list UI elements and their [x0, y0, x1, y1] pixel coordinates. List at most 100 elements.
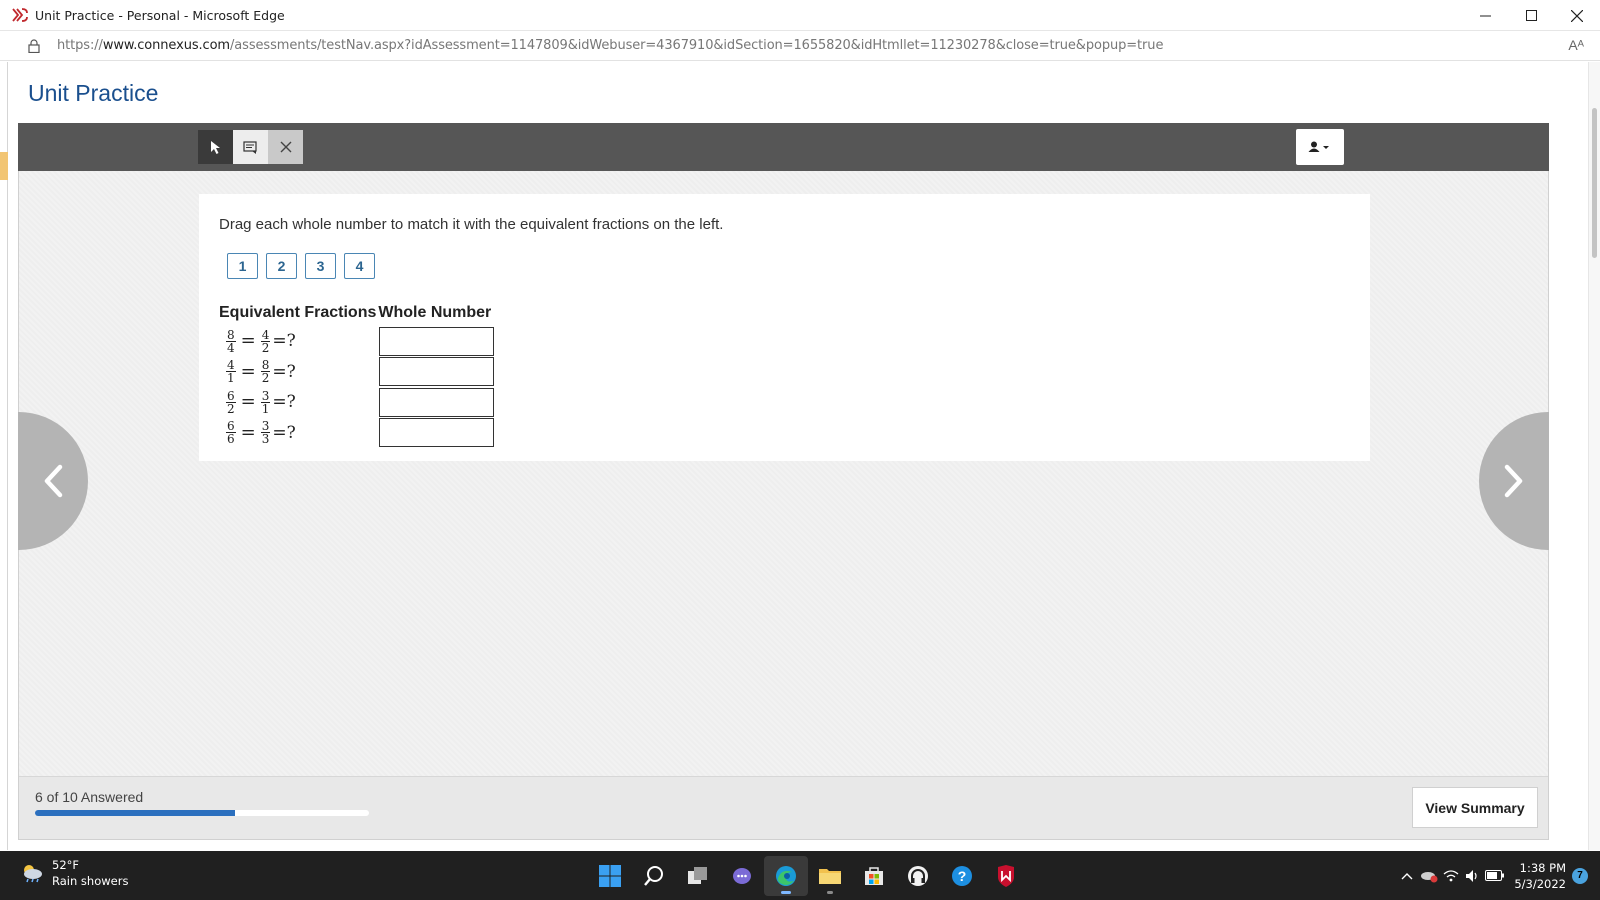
fraction: 31 [260, 388, 271, 416]
draggable-choices: 1 2 3 4 [227, 253, 375, 279]
store-icon [865, 866, 883, 885]
denominator: 2 [227, 401, 235, 416]
start-button[interactable] [588, 856, 632, 896]
answer-drop-zone[interactable] [379, 387, 495, 417]
equals-sign: = [240, 391, 256, 413]
weather-condition: Rain showers [52, 874, 129, 888]
window-titlebar: Unit Practice - Personal - Microsoft Edg… [0, 0, 1600, 31]
chevron-up-icon[interactable] [1396, 856, 1418, 896]
url-text[interactable]: https://www.connexus.com/assessments/tes… [57, 38, 1163, 53]
choice-chip-3[interactable]: 3 [305, 253, 336, 279]
fraction: 82 [260, 359, 271, 386]
denominator: 3 [261, 432, 270, 447]
equals-sign: = [240, 421, 256, 443]
progress-fill [35, 810, 236, 816]
svg-text:?: ? [958, 868, 967, 884]
choice-chip-1[interactable]: 1 [227, 253, 258, 279]
column-header-whole-number: Whole Number [378, 304, 492, 321]
taskbar-clock[interactable]: 1:38 PM 5/3/2022 [1514, 860, 1566, 892]
fraction: 84 [226, 329, 236, 354]
fraction-expression: 62 = 31 =? [219, 390, 378, 415]
denominator: 6 [227, 432, 235, 447]
denominator: 1 [227, 371, 235, 386]
denominator: 1 [261, 401, 270, 416]
task-view-icon [688, 866, 707, 884]
system-tray: 1:38 PM 5/3/2022 7 [1396, 851, 1600, 900]
help-button[interactable]: ? [940, 856, 984, 896]
url-host: www.connexus.com [102, 38, 231, 53]
question-prompt: Drag each whole number to match it with … [219, 216, 724, 233]
fraction-expression: 41 = 82 =? [219, 359, 378, 384]
volume-icon[interactable] [1462, 856, 1484, 896]
taskbar-apps: ? [588, 851, 1028, 900]
numerator: 3 [260, 388, 271, 403]
fraction: 33 [260, 420, 271, 447]
table-row: 62 = 31 =? [219, 387, 495, 418]
address-bar[interactable]: https://www.connexus.com/assessments/tes… [0, 31, 1600, 61]
search-button[interactable] [632, 856, 676, 896]
connexus-logo-icon [12, 8, 28, 22]
store-button[interactable] [852, 856, 896, 896]
onedrive-icon[interactable] [1418, 856, 1440, 896]
security-app-button[interactable] [984, 856, 1028, 896]
view-summary-button[interactable]: View Summary [1412, 787, 1538, 828]
scrollbar-thumb[interactable] [1592, 108, 1597, 258]
chat-button[interactable] [720, 856, 764, 896]
maximize-icon[interactable] [1508, 0, 1554, 31]
clock-date: 5/3/2022 [1514, 876, 1566, 891]
matching-table: Equivalent Fractions Whole Number 84 = 4… [219, 304, 495, 448]
denominator: 2 [261, 340, 270, 355]
choice-chip-4[interactable]: 4 [344, 253, 375, 279]
numerator: 6 [226, 388, 236, 403]
unknown-marker: =? [272, 422, 296, 443]
eliminate-tool-button[interactable] [268, 130, 303, 164]
x-icon [280, 141, 291, 153]
app-button[interactable] [896, 856, 940, 896]
pointer-tool-button[interactable] [198, 130, 233, 164]
note-tool-button[interactable] [233, 130, 268, 164]
assessment-footer: 6 of 10 Answered View Summary [19, 776, 1548, 839]
chevron-right-icon [1504, 464, 1523, 498]
choice-chip-2[interactable]: 2 [266, 253, 297, 279]
answer-drop-zone[interactable] [379, 357, 495, 387]
page-scrollbar[interactable] [1588, 62, 1600, 850]
url-prefix: https:// [57, 38, 103, 53]
unknown-marker: =? [272, 392, 296, 413]
file-explorer-button[interactable] [808, 856, 852, 896]
headphones-app-icon [908, 865, 928, 886]
minimize-icon[interactable] [1462, 0, 1508, 31]
task-view-button[interactable] [676, 856, 720, 896]
fraction: 66 [226, 420, 236, 445]
answered-count: 6 of 10 Answered [35, 789, 144, 805]
running-indicator [827, 890, 833, 894]
denominator: 2 [261, 371, 270, 386]
windows-taskbar: 52°F Rain showers ? 1:38 PM 5/3/2022 7 [0, 851, 1600, 900]
answer-drop-zone[interactable] [379, 418, 495, 448]
progress-bar [35, 810, 369, 816]
page-title: Unit Practice [28, 80, 159, 106]
caret-down-icon [1323, 146, 1329, 149]
denominator: 4 [227, 340, 235, 355]
edge-browser-icon [776, 865, 796, 886]
edge-taskbar-button[interactable] [764, 855, 808, 896]
battery-icon[interactable] [1484, 856, 1506, 896]
table-row: 41 = 82 =? [219, 357, 495, 388]
weather-temperature: 52°F [52, 858, 79, 872]
chat-icon [733, 867, 751, 884]
pointer-icon [210, 140, 220, 154]
read-aloud-icon[interactable]: Aᴬ [1568, 37, 1584, 53]
search-icon [644, 865, 663, 886]
folder-icon [819, 868, 841, 884]
close-icon[interactable] [1554, 0, 1600, 31]
fraction-expression: 84 = 42 =? [219, 329, 378, 354]
column-header-fractions: Equivalent Fractions [219, 304, 377, 321]
unknown-marker: =? [272, 331, 296, 352]
notification-badge[interactable]: 7 [1572, 867, 1588, 884]
user-menu-button[interactable] [1296, 129, 1344, 165]
wifi-icon[interactable] [1440, 856, 1462, 896]
note-icon [243, 140, 257, 154]
fraction: 41 [226, 359, 236, 384]
weather-widget[interactable]: 52°F Rain showers [20, 857, 128, 889]
equals-sign: = [240, 360, 256, 382]
answer-drop-zone[interactable] [379, 326, 495, 356]
